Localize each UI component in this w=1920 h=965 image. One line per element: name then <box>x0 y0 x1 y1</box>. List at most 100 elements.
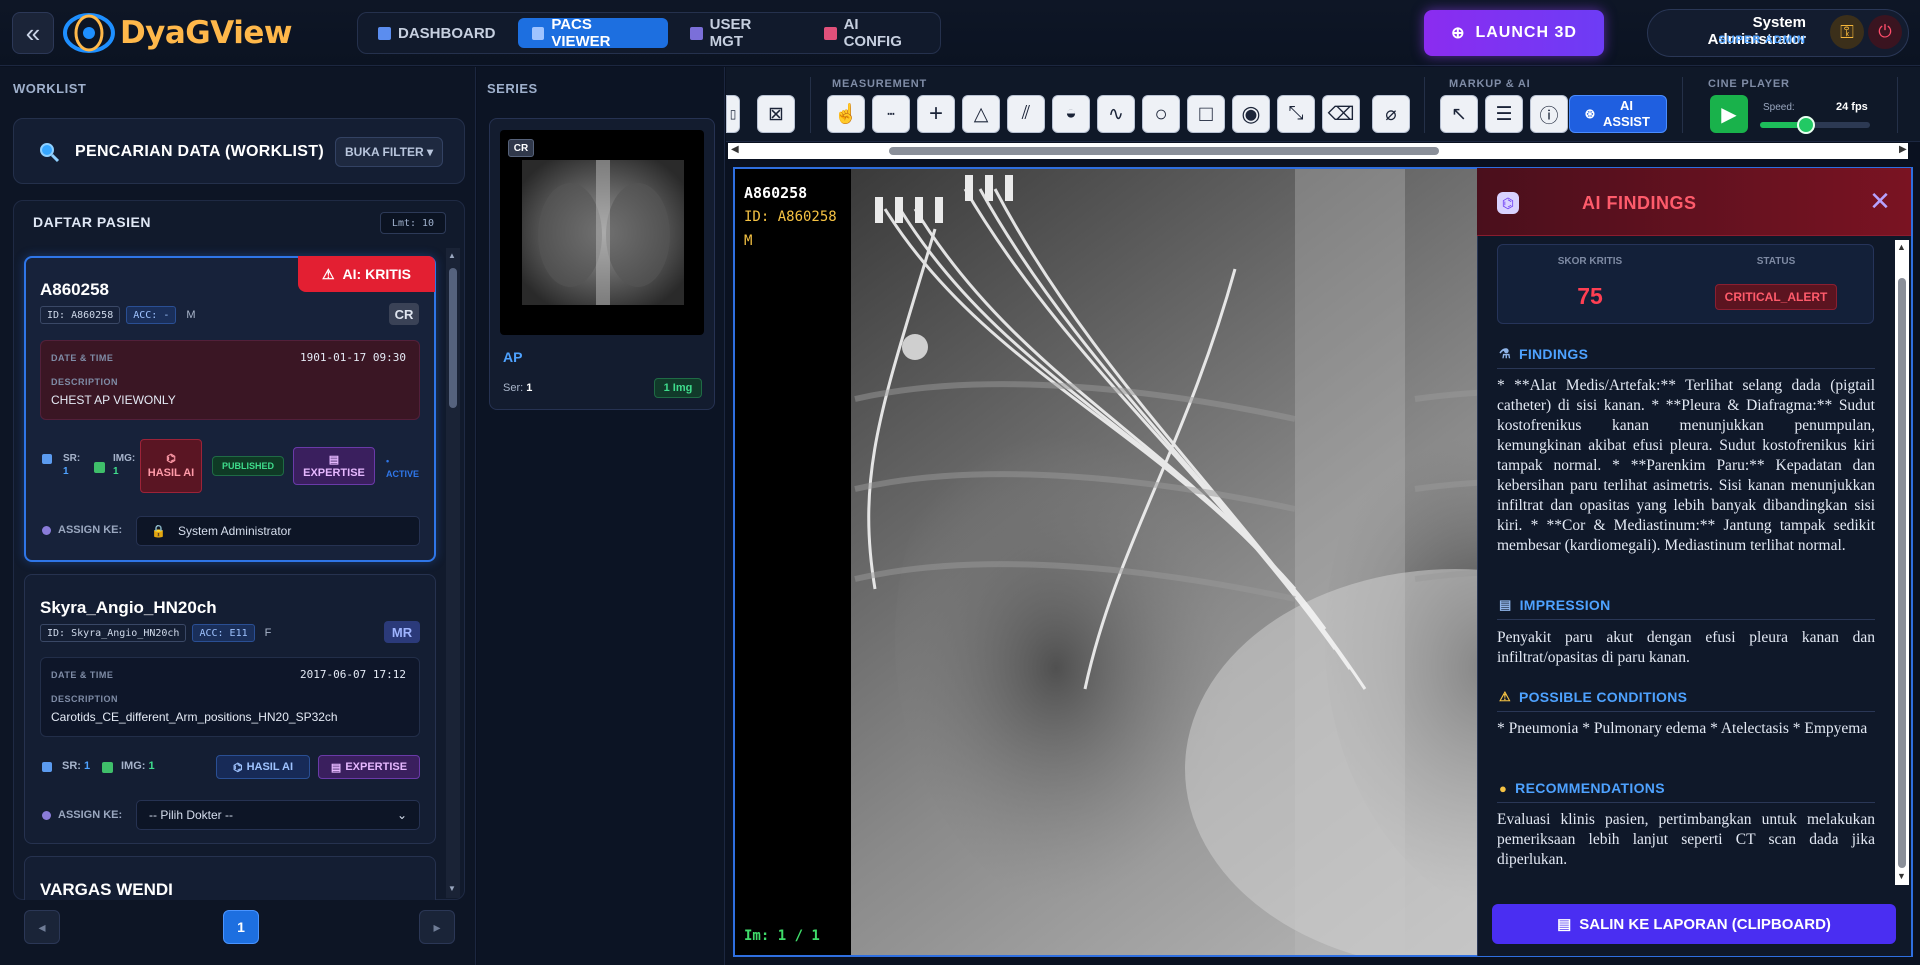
scroll-down-icon[interactable]: ▼ <box>1897 871 1906 881</box>
label-tool-button[interactable]: ⌫ <box>1322 95 1360 133</box>
main-nav: DASHBOARD PACS VIEWER USER MGT AI CONFIG <box>357 12 941 54</box>
patient-name: VARGAS WENDI <box>40 880 173 899</box>
crosshair-tool-button[interactable]: + <box>917 95 955 133</box>
hasil-ai-button[interactable]: ⌬ HASIL AI <box>216 755 310 779</box>
markup-group-label: MARKUP & AI <box>1449 78 1531 90</box>
users-icon <box>689 26 703 40</box>
expertise-button[interactable]: ▤ EXPERTISE <box>318 755 420 779</box>
close-icon: ✕ <box>1869 185 1891 216</box>
toolbar-separator <box>1897 77 1898 133</box>
recommendations-heading: ● RECOMMENDATIONS <box>1499 780 1665 796</box>
status-badge: CRITICAL_ALERT <box>1715 284 1837 310</box>
ellipse-tool-button[interactable]: ○ <box>1142 95 1180 133</box>
conditions-heading: ⚠ POSSIBLE CONDITIONS <box>1499 689 1688 705</box>
dyagview-logo-icon <box>62 13 115 53</box>
microscope-icon: ⚗ <box>1499 346 1511 361</box>
info-tool-button[interactable]: ⓘ <box>1530 95 1568 133</box>
bar-chart-icon <box>378 26 391 40</box>
scroll-right-icon[interactable]: ▶ <box>1899 144 1907 155</box>
accession-tag: ACC: - <box>126 306 177 324</box>
series-description: AP <box>503 349 523 365</box>
speed-label: Speed: <box>1763 102 1795 113</box>
study-date: 2017-06-07 17:12 <box>300 668 406 681</box>
scroll-up-icon[interactable]: ▲ <box>448 251 456 260</box>
siren-icon: ⚠ <box>321 265 335 282</box>
date-label: DATE & TIME <box>51 353 114 363</box>
study-description: Carotids_CE_different_Arm_positions_HN20… <box>51 710 338 724</box>
worklist-scroll-thumb[interactable] <box>449 268 457 408</box>
ai-critical-badge: ⚠ AI: KRITIS <box>298 256 435 292</box>
scroll-up-icon[interactable]: ▲ <box>1897 242 1906 252</box>
lock-icon: 🔒 <box>151 524 166 538</box>
ai-assist-button[interactable]: ⊛ AI ASSIST <box>1569 95 1667 133</box>
findings-heading: ⚗ FINDINGS <box>1499 346 1589 362</box>
angle-tool-button[interactable]: △ <box>962 95 1000 133</box>
list-tool-button[interactable]: ☰ <box>1485 95 1523 133</box>
ruler-tool-button[interactable]: ┅ <box>872 95 910 133</box>
collapse-sidebar-button[interactable]: « <box>12 12 54 54</box>
document-icon: ▤ <box>330 761 342 774</box>
series-thumbnail[interactable] <box>500 130 704 335</box>
spline-tool-button[interactable]: ∿ <box>1097 95 1135 133</box>
pan-tool-button[interactable]: ☝ <box>827 95 865 133</box>
impression-text: Penyakit paru akut dengan efusi pleura k… <box>1497 629 1875 666</box>
next-page-button[interactable]: ▸ <box>419 910 455 944</box>
modality-badge: MR <box>384 621 420 643</box>
ai-findings-title: AI FINDINGS <box>1582 193 1697 213</box>
expertise-button[interactable]: ▤ EXPERTISE <box>293 447 375 485</box>
open-filter-button[interactable]: BUKA FILTER ▾ <box>335 137 443 167</box>
monitor-icon <box>531 26 545 40</box>
curve-icon: ∿ <box>1108 103 1124 125</box>
rectangle-tool-button[interactable]: □ <box>1187 95 1225 133</box>
clipboard-icon: ▤ <box>1499 597 1512 612</box>
change-password-button[interactable]: ⚿ <box>1830 15 1864 49</box>
search-label: PENCARIAN DATA (WORKLIST) <box>75 143 324 160</box>
parallel-lines-tool-button[interactable]: ⫽ <box>1007 95 1045 133</box>
section-divider <box>1497 619 1875 620</box>
reset-tool-button[interactable]: ⊠ <box>757 95 795 133</box>
grid-layout-icon[interactable]: ▯ <box>726 95 740 133</box>
section-divider <box>1497 368 1875 369</box>
toolbar-separator <box>1682 77 1683 133</box>
scroll-down-icon[interactable]: ▼ <box>448 884 456 893</box>
img-count: IMG: 1 <box>121 760 155 772</box>
logout-button[interactable]: ⏻ <box>1868 15 1902 49</box>
launch-3d-button[interactable]: ⊕ LAUNCH 3D <box>1424 10 1604 56</box>
assign-label: ASSIGN KE: <box>58 524 123 536</box>
page-1-button[interactable]: 1 <box>223 910 259 944</box>
assign-label: ASSIGN KE: <box>58 809 123 821</box>
critical-score-label: SKOR KRITIS <box>1557 256 1623 267</box>
arrow-tool-button[interactable]: ↖ <box>1440 95 1478 133</box>
hasil-ai-button[interactable]: ⌬ HASIL AI <box>140 439 202 493</box>
section-divider <box>1497 711 1875 712</box>
tab-user-mgt[interactable]: USER MGT <box>676 16 802 50</box>
bidirectional-tool-button[interactable]: ⤡ <box>1277 95 1315 133</box>
eraser-icon: ⌀ <box>1385 103 1397 125</box>
toolbar-separator <box>1424 77 1425 133</box>
critical-score-value: 75 <box>1577 283 1603 309</box>
copy-to-report-button[interactable]: ▤ SALIN KE LAPORAN (CLIPBOARD) <box>1492 904 1896 944</box>
ai-panel-scroll-thumb[interactable] <box>1898 278 1906 868</box>
prev-page-button[interactable]: ◂ <box>24 910 60 944</box>
ruler-icon: ┅ <box>887 107 895 121</box>
arrow-icon: ↖ <box>1451 103 1467 125</box>
circle-roi-tool-button[interactable]: ◉ <box>1232 95 1270 133</box>
close-ai-panel-button[interactable]: ✕ <box>1865 186 1895 216</box>
freehand-roi-tool-button[interactable]: ◒ <box>1052 95 1090 133</box>
toolbar-scroll-thumb[interactable] <box>889 147 1439 155</box>
sr-count: SR: 1 <box>63 453 81 477</box>
list-icon: ☰ <box>1495 103 1513 125</box>
parallel-lines-icon: ⫽ <box>1021 103 1031 124</box>
tab-dashboard[interactable]: DASHBOARD <box>364 18 510 48</box>
scroll-left-icon[interactable]: ◀ <box>731 144 739 155</box>
app-logo[interactable]: DyaGView <box>62 10 293 56</box>
tab-pacs-viewer[interactable]: PACS VIEWER <box>517 16 668 50</box>
date-label: DATE & TIME <box>51 670 114 680</box>
eraser-tool-button[interactable]: ⌀ <box>1372 95 1410 133</box>
img-count: IMG: 1 <box>113 453 136 477</box>
search-icon <box>40 143 60 163</box>
assign-doctor-select[interactable]: -- Pilih Dokter -- ⌄ <box>136 800 420 830</box>
play-button[interactable]: ▶ <box>1710 95 1748 133</box>
overlay-image-index: Im: 1 / 1 <box>744 928 820 944</box>
tab-ai-config[interactable]: AI CONFIG <box>810 16 934 50</box>
